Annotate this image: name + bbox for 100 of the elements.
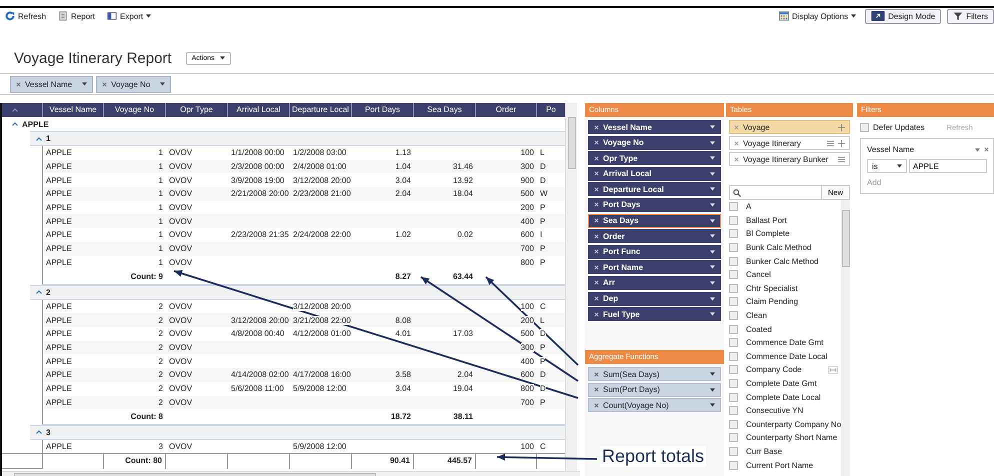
column-header[interactable]: Voyage No <box>103 103 165 117</box>
column-chip[interactable]: Order <box>588 229 721 244</box>
checkbox[interactable] <box>729 311 738 320</box>
checkbox[interactable] <box>729 460 738 470</box>
column-header[interactable]: Sea Days <box>413 103 475 117</box>
table-cell: 5/9/2008 12:00 <box>293 442 346 452</box>
list-icon[interactable] <box>827 140 834 146</box>
checkbox[interactable] <box>729 433 738 442</box>
caret-icon <box>710 250 715 254</box>
close-icon[interactable] <box>984 147 989 152</box>
table-chip[interactable]: Voyage <box>729 120 850 134</box>
column-width-icon[interactable] <box>828 366 838 374</box>
table-cell: 1 <box>158 244 163 254</box>
group-row[interactable]: APPLE <box>2 117 565 131</box>
column-chip[interactable]: Port Func <box>588 244 721 259</box>
column-chip[interactable]: Arr <box>588 276 721 290</box>
checkbox[interactable] <box>729 243 738 252</box>
toolbar-button[interactable]: Refresh <box>2 9 50 23</box>
caret-icon <box>160 82 166 86</box>
table-chip[interactable]: Voyage Itinerary <box>729 136 850 150</box>
toolbar-button[interactable]: Design Mode <box>865 8 942 24</box>
column-header[interactable]: Opr Type <box>165 103 227 117</box>
column-header[interactable]: Arrival Local <box>227 103 289 117</box>
checkbox[interactable] <box>729 324 738 334</box>
checkbox[interactable] <box>729 446 738 456</box>
group-by-chip[interactable]: Voyage No <box>96 76 172 92</box>
vertical-scrollbar[interactable] <box>565 103 577 471</box>
operator-dropdown[interactable]: is <box>867 159 907 173</box>
column-header[interactable]: Departure Local <box>289 103 351 117</box>
group-row[interactable]: 1 <box>30 131 565 146</box>
checkbox[interactable] <box>729 379 738 388</box>
group-label: 2 <box>46 288 50 297</box>
column-chip[interactable]: Departure Local <box>588 182 721 196</box>
chevron-up-icon[interactable] <box>12 122 18 126</box>
chevron-up-icon[interactable] <box>36 290 42 294</box>
table-cell: 700 <box>520 398 534 407</box>
chevron-up-icon[interactable] <box>36 136 42 140</box>
checkbox[interactable] <box>729 216 738 225</box>
checkbox[interactable] <box>729 202 738 212</box>
checkbox[interactable] <box>729 338 738 348</box>
table-cell: APPLE <box>46 343 72 352</box>
caret-icon <box>710 296 715 301</box>
add-icon[interactable] <box>838 140 845 146</box>
checkbox[interactable] <box>860 123 869 132</box>
checkbox[interactable] <box>729 392 738 402</box>
toolbar-button[interactable]: Export <box>104 9 154 23</box>
chevron-up-icon[interactable] <box>36 430 42 434</box>
vertical-scrollbar[interactable] <box>841 200 850 476</box>
column-chip[interactable]: Opr Type <box>588 151 721 166</box>
remove-icon[interactable] <box>594 402 599 408</box>
table-cell: 3/12/2008 20:00 <box>293 302 351 312</box>
checkbox[interactable] <box>729 352 738 361</box>
remove-icon[interactable] <box>734 156 739 162</box>
field-label: Consecutive YN <box>746 406 804 416</box>
caret-icon <box>710 234 715 238</box>
toolbar-button[interactable]: Filters <box>947 8 994 24</box>
checkbox[interactable] <box>729 256 738 266</box>
checkbox[interactable] <box>729 270 738 280</box>
add-icon[interactable] <box>838 124 845 130</box>
aggregate-chip[interactable]: Sum(Port Days) <box>588 382 721 397</box>
column-chip[interactable]: Port Name <box>588 260 721 274</box>
table-cell: 3/12/2008 20:00 <box>231 316 289 325</box>
checkbox[interactable] <box>729 229 738 238</box>
group-row[interactable]: 3 <box>30 424 565 440</box>
remove-icon[interactable] <box>102 82 108 86</box>
checkbox[interactable] <box>729 284 738 293</box>
column-header[interactable]: Order <box>475 103 536 117</box>
column-header[interactable]: Port Days <box>351 103 413 117</box>
aggregate-chip[interactable]: Count(Voyage No) <box>588 398 721 412</box>
column-chip[interactable]: Sea Days <box>588 214 721 228</box>
column-header[interactable]: Vessel Name <box>42 103 103 117</box>
remove-icon[interactable] <box>16 82 21 86</box>
caret-icon[interactable] <box>975 148 980 152</box>
list-icon[interactable] <box>838 156 845 162</box>
aggregate-chip[interactable]: Sum(Sea Days) <box>588 367 721 382</box>
column-chip[interactable]: Arrival Local <box>588 166 721 181</box>
summary-value: 38.11 <box>453 412 473 421</box>
group-by-chip[interactable]: Vessel Name <box>10 76 94 92</box>
checkbox[interactable] <box>729 297 738 306</box>
group-row[interactable]: 2 <box>30 284 565 300</box>
column-chip[interactable]: Dep <box>588 292 721 306</box>
checkbox[interactable] <box>729 406 738 416</box>
table-cell: 300 <box>520 162 534 172</box>
checkbox[interactable] <box>729 420 738 429</box>
column-chip[interactable]: Vessel Name <box>588 120 721 134</box>
report-title: Voyage Itinerary Report <box>14 50 172 66</box>
toolbar-button[interactable]: Report <box>55 9 98 23</box>
table-cell: P <box>540 258 546 267</box>
column-chip[interactable]: Port Days <box>588 198 721 212</box>
column-chip[interactable]: Voyage No <box>588 136 721 150</box>
remove-icon[interactable] <box>734 140 739 146</box>
table-chip[interactable]: Voyage Itinerary Bunker <box>729 152 850 166</box>
column-chip[interactable]: Fuel Type <box>588 307 721 322</box>
remove-icon[interactable] <box>594 387 599 392</box>
field-label: Complete Date Local <box>746 392 822 402</box>
summary-value: 8.27 <box>395 272 411 281</box>
filter-value-input[interactable]: APPLE <box>909 159 987 173</box>
remove-icon[interactable] <box>594 372 599 377</box>
toolbar-button[interactable]: Display Options <box>776 9 860 23</box>
checkbox[interactable] <box>729 365 738 374</box>
